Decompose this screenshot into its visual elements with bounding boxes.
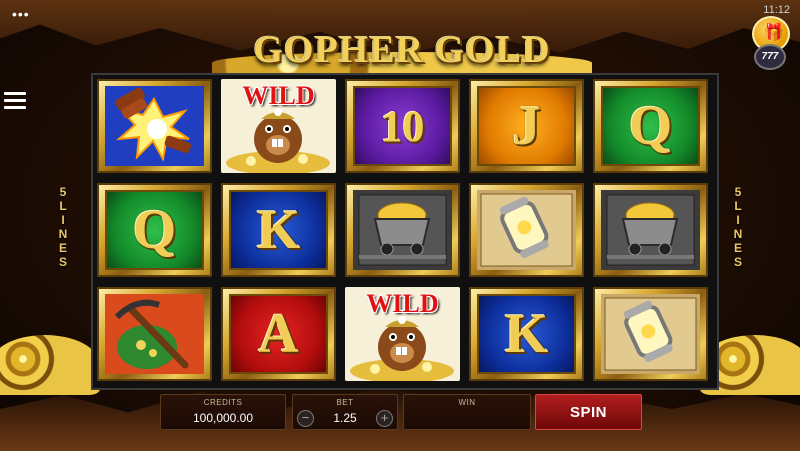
wild-label: WILD: [242, 81, 315, 110]
symbol-q: Q: [628, 95, 673, 157]
status-time: 11:12: [763, 4, 790, 16]
reel-cell: WILD: [221, 79, 336, 173]
reel-cell: Q: [593, 79, 708, 173]
mine-cart-symbol: [353, 190, 452, 270]
gift-icon: 🎁: [763, 23, 785, 42]
lines-indicator-left: 5 LINES: [53, 185, 73, 269]
symbol-background: Q: [105, 190, 204, 270]
badge-777[interactable]: 777: [754, 44, 786, 70]
symbol-background: Q: [601, 86, 700, 166]
pickaxe-symbol: [105, 294, 204, 374]
reel-cell: 10: [345, 79, 460, 173]
game-logo: GOPHER GOLD: [212, 29, 592, 74]
reel-cell: A: [221, 287, 336, 381]
lantern-symbol: [477, 190, 576, 270]
bet-increase-button[interactable]: +: [376, 410, 393, 427]
win-label: WIN: [458, 398, 476, 407]
lines-word: LINES: [58, 199, 68, 269]
reel-cell: K: [221, 183, 336, 277]
symbol-10: 10: [380, 101, 425, 151]
reel-cell: [593, 287, 708, 381]
symbol-j: J: [512, 95, 541, 157]
dynamite-symbol: [105, 86, 204, 166]
lines-word: LINES: [733, 199, 743, 269]
status-dots: •••: [12, 6, 30, 22]
symbol-background: K: [229, 190, 328, 270]
reel-cell: Q: [97, 183, 212, 277]
credits-panel: CREDITS 100,000.00: [160, 394, 286, 430]
reel-cell: WILD: [345, 287, 460, 381]
spin-button[interactable]: SPIN: [535, 394, 642, 430]
symbol-background: J: [477, 86, 576, 166]
symbol-background: K: [477, 294, 576, 374]
credits-label: CREDITS: [203, 398, 243, 407]
reel-cell: [345, 183, 460, 277]
reel-cell: [469, 183, 584, 277]
gold-pile-left: [0, 335, 100, 395]
credits-value: 100,000.00: [192, 411, 254, 425]
lines-count: 5: [734, 185, 742, 199]
lines-count: 5: [59, 185, 67, 199]
game-title: GOPHER GOLD: [253, 29, 551, 71]
symbol-background: A: [229, 294, 328, 374]
symbol-a: A: [258, 303, 299, 365]
reel-cell: J: [469, 79, 584, 173]
bet-panel: BET − 1.25 +: [292, 394, 398, 430]
mine-cart-symbol: [601, 190, 700, 270]
symbol-background: 10: [353, 86, 452, 166]
lantern-symbol: [601, 294, 700, 374]
symbol-k: K: [256, 199, 301, 261]
reel-cell: [97, 79, 212, 173]
reel-cell: [593, 183, 708, 277]
menu-icon[interactable]: [4, 92, 26, 112]
symbol-q: Q: [132, 199, 177, 261]
symbol-k: K: [504, 303, 549, 365]
win-panel: WIN: [403, 394, 531, 430]
cave-floor: [0, 388, 800, 451]
wild-label: WILD: [366, 289, 439, 318]
bet-label: BET: [336, 398, 354, 407]
reel-grid[interactable]: Q WILD K A 10 WILD J K Q: [91, 73, 719, 390]
reel-cell: [97, 287, 212, 381]
reel-cell: K: [469, 287, 584, 381]
lines-indicator-right: 5 LINES: [728, 185, 748, 269]
